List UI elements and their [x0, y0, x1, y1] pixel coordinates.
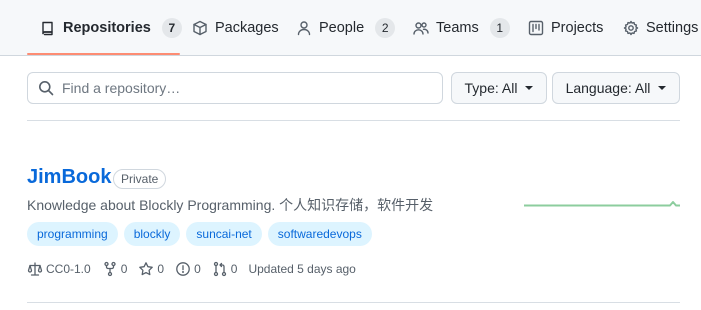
issues-count: 0 — [194, 262, 201, 276]
type-filter-button[interactable]: Type: All — [451, 72, 547, 104]
list-divider — [27, 302, 680, 303]
search-icon — [39, 81, 54, 96]
people-icon — [413, 22, 429, 35]
tab-label: Repositories — [63, 20, 151, 36]
stars-link[interactable]: 0 — [138, 261, 164, 277]
org-tab-nav: Repositories 7 Packages People 2 Teams 1… — [0, 0, 701, 56]
topic-tag[interactable]: suncai-net — [186, 222, 262, 246]
language-filter-label: Language: All — [565, 80, 651, 96]
pull-request-icon — [213, 261, 226, 277]
license: CC0-1.0 — [27, 261, 91, 277]
tab-settings[interactable]: Settings — [623, 0, 698, 56]
person-icon — [297, 21, 311, 36]
tab-repositories[interactable]: Repositories 7 — [40, 0, 182, 56]
issue-icon — [176, 262, 190, 276]
type-filter-label: Type: All — [464, 80, 518, 96]
topic-tag[interactable]: programming — [27, 222, 118, 246]
tab-projects[interactable]: Projects — [528, 0, 603, 56]
tab-teams[interactable]: Teams 1 — [413, 0, 510, 56]
tab-people[interactable]: People 2 — [296, 0, 396, 56]
repo-name-link[interactable]: JimBook — [27, 166, 111, 189]
gear-icon — [623, 20, 639, 36]
issues-link[interactable]: 0 — [175, 261, 201, 277]
caret-down-icon — [525, 86, 534, 90]
tab-label: People — [319, 20, 365, 36]
tab-count: 1 — [489, 18, 510, 38]
updated-time: Updated 5 days ago — [248, 262, 355, 276]
tab-label: Settings — [646, 20, 699, 36]
tab-packages[interactable]: Packages — [192, 0, 279, 56]
star-icon — [139, 262, 154, 276]
topic-tag[interactable]: blockly — [123, 222, 181, 246]
topic-list: programming blockly suncai-net softwared… — [27, 222, 372, 246]
search-input[interactable] — [62, 80, 442, 96]
tab-label: Projects — [551, 20, 604, 36]
selected-tab-indicator — [27, 53, 180, 55]
tab-label: Packages — [215, 20, 279, 36]
visibility-badge: Private — [113, 169, 167, 189]
law-icon — [27, 262, 43, 276]
list-divider — [27, 120, 680, 121]
tab-label: Teams — [436, 20, 479, 36]
topic-tag[interactable]: softwaredevops — [267, 222, 372, 246]
license-label: CC0-1.0 — [46, 262, 91, 276]
package-icon — [193, 20, 207, 36]
forks-link[interactable]: 0 — [102, 261, 128, 277]
activity-sparkline — [524, 201, 680, 207]
pull-requests-count: 0 — [230, 262, 238, 276]
repo-meta: CC0-1.0 0 0 0 0 Updated 5 days ago — [27, 261, 367, 277]
updated-label: Updated 5 days ago — [248, 262, 356, 276]
repo-description: Knowledge about Blockly Programming. 个人知… — [27, 197, 434, 213]
forks-count: 0 — [120, 262, 128, 276]
caret-down-icon — [658, 86, 667, 90]
tab-count: 2 — [375, 18, 396, 38]
language-filter-button[interactable]: Language: All — [552, 72, 680, 104]
project-icon — [528, 20, 544, 36]
pull-requests-link[interactable]: 0 — [212, 261, 238, 277]
tab-count: 7 — [161, 18, 182, 38]
repository-search — [27, 72, 443, 104]
fork-icon — [104, 261, 116, 277]
stars-count: 0 — [157, 262, 165, 276]
repo-icon — [42, 21, 53, 36]
